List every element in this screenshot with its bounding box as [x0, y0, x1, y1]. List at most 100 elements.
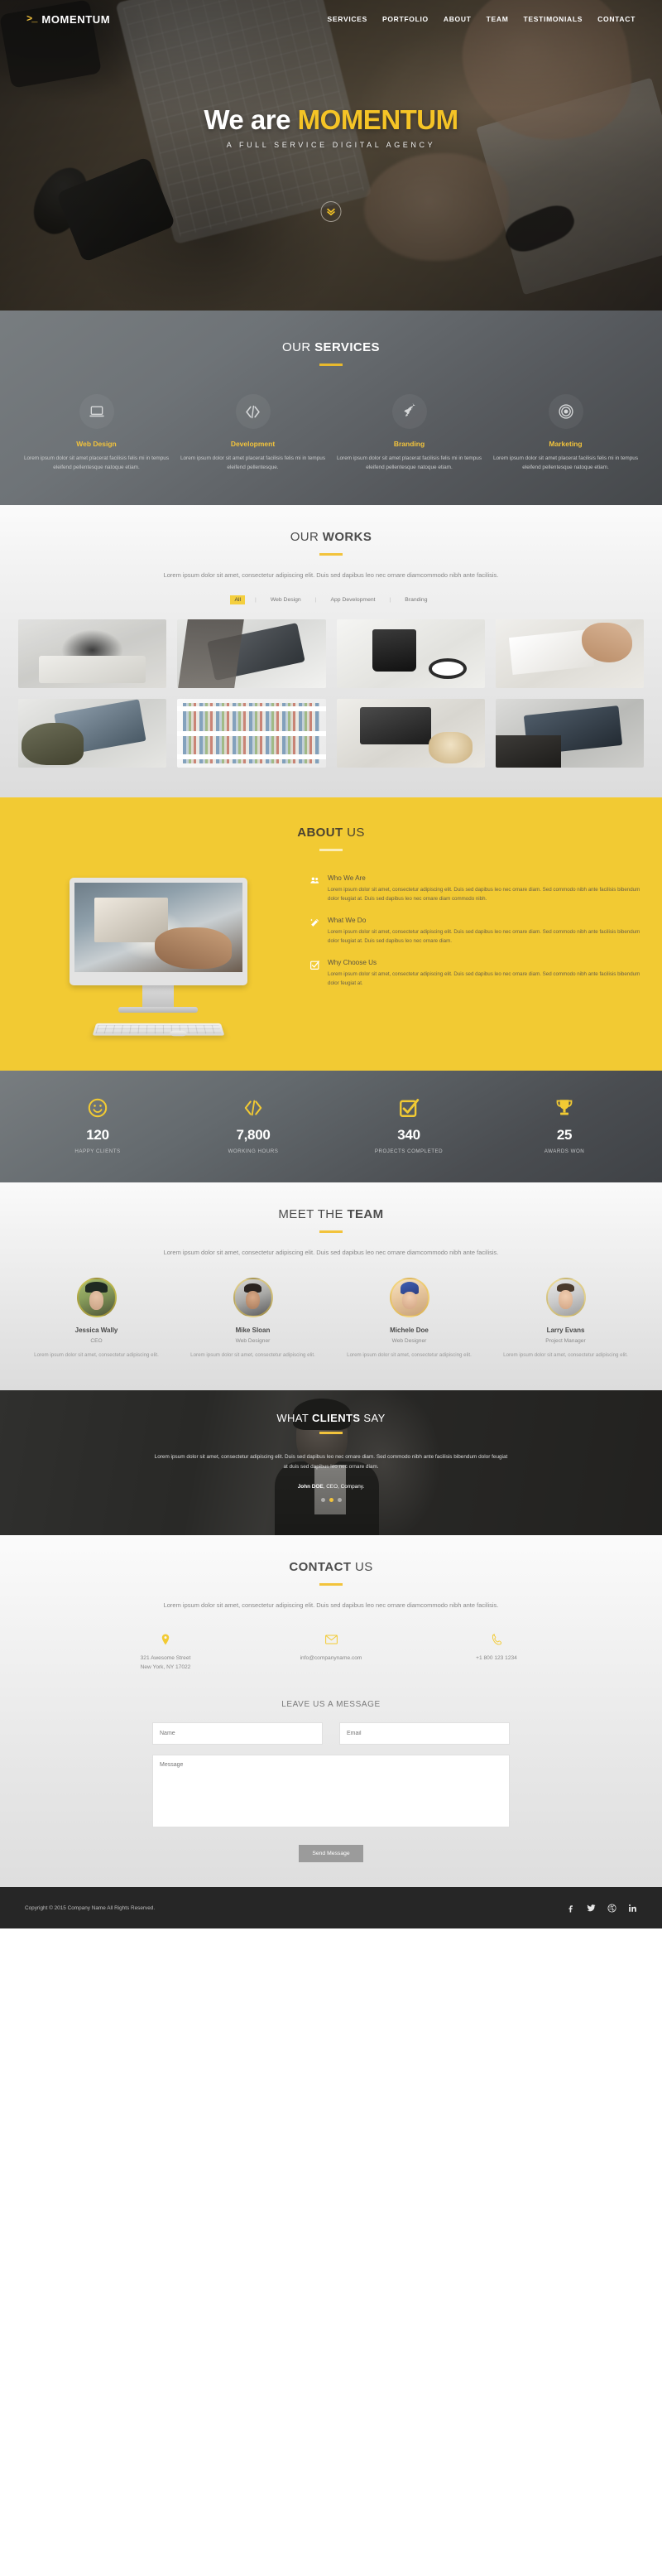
services-section: OUR SERVICES Web Design Lorem ipsum dolo…: [0, 311, 662, 506]
filter-branding[interactable]: Branding: [401, 595, 431, 604]
avatar: [233, 1278, 273, 1318]
portfolio-item[interactable]: [18, 619, 167, 689]
filter-separator: |: [389, 597, 391, 604]
filter-app-development[interactable]: App Development: [326, 595, 379, 604]
service-desc: Lorem ipsum dolor sit amet placerat faci…: [336, 455, 482, 471]
brand-name: MOMENTUM: [41, 12, 111, 26]
contact-phone: +1 800 123 1234: [414, 1632, 579, 1672]
check-square-icon: [400, 1099, 420, 1118]
filter-all[interactable]: All: [230, 595, 246, 605]
checkbox-icon: [310, 961, 320, 970]
portfolio-item[interactable]: [336, 699, 485, 768]
service-desc: Lorem ipsum dolor sit amet placerat faci…: [492, 455, 639, 471]
carousel-dot-1[interactable]: [320, 1497, 325, 1502]
service-icon-wrap: [548, 394, 583, 429]
message-input[interactable]: [152, 1755, 510, 1828]
portfolio-item[interactable]: [495, 699, 644, 768]
code-icon: [244, 1100, 262, 1116]
service-card-branding[interactable]: Branding Lorem ipsum dolor sit amet plac…: [331, 394, 487, 472]
smiley-icon: [88, 1099, 108, 1118]
contact-address: 321 Awesome Street New York, NY 17022: [83, 1632, 248, 1672]
filter-separator: |: [314, 597, 317, 604]
team-member[interactable]: Michele Doe Web Designer Lorem ipsum dol…: [331, 1278, 487, 1360]
works-lead: Lorem ipsum dolor sit amet, consectetur …: [163, 571, 499, 580]
carousel-dot-3[interactable]: [337, 1497, 342, 1502]
member-name: Larry Evans: [546, 1327, 585, 1335]
top-navigation-bar: >_ MOMENTUM SERVICES PORTFOLIO ABOUT TEA…: [0, 0, 662, 38]
testimonials-title-bold: CLIENTS: [312, 1411, 361, 1424]
social-links: [566, 1904, 637, 1913]
service-card-marketing[interactable]: Marketing Lorem ipsum dolor sit amet pla…: [487, 394, 644, 472]
service-icon-wrap: [235, 394, 271, 429]
brand-logo[interactable]: >_ MOMENTUM: [26, 13, 110, 26]
phone-icon: [492, 1634, 501, 1645]
scroll-down-button[interactable]: [320, 201, 342, 222]
email-input[interactable]: [339, 1722, 510, 1745]
testimonials-title-light: WHAT: [276, 1411, 312, 1424]
stat-label: WORKING HOURS: [228, 1148, 279, 1155]
dribbble-link[interactable]: [607, 1904, 616, 1913]
contact-icon-wrap: [83, 1632, 248, 1647]
nav-item-team[interactable]: TEAM: [487, 15, 509, 23]
stat-value: 340: [397, 1127, 420, 1144]
hero-title-accent: MOMENTUM: [297, 104, 458, 135]
works-title-light: OUR: [290, 530, 323, 545]
facebook-link[interactable]: [566, 1904, 575, 1913]
laptop-icon: [89, 406, 104, 417]
stat-label: AWARDS WON: [544, 1148, 585, 1155]
hero-title-plain: We are: [204, 104, 298, 135]
portfolio-item[interactable]: [177, 619, 326, 689]
contact-form: Send Message: [152, 1722, 510, 1863]
team-title-light: MEET THE: [278, 1207, 348, 1222]
service-card-web-design[interactable]: Web Design Lorem ipsum dolor sit amet pl…: [18, 394, 175, 472]
about-item-what-we-do: What We Do Lorem ipsum dolor sit amet, c…: [309, 917, 640, 946]
portfolio-item[interactable]: [495, 619, 644, 689]
service-desc: Lorem ipsum dolor sit amet placerat faci…: [23, 455, 170, 471]
nav-item-portfolio[interactable]: PORTFOLIO: [382, 15, 429, 23]
facebook-icon: [568, 1905, 573, 1913]
contact-email-text[interactable]: info@companyname.com: [248, 1654, 414, 1663]
team-member[interactable]: Larry Evans Project Manager Lorem ipsum …: [487, 1278, 644, 1360]
stat-value: 120: [86, 1127, 109, 1144]
portfolio-item[interactable]: [18, 699, 167, 768]
twitter-link[interactable]: [587, 1904, 596, 1913]
portfolio-item[interactable]: [177, 699, 326, 768]
team-lead: Lorem ipsum dolor sit amet, consectetur …: [163, 1249, 499, 1257]
team-grid: Jessica Wally CEO Lorem ipsum dolor sit …: [0, 1278, 662, 1360]
send-message-button[interactable]: Send Message: [299, 1845, 363, 1863]
magic-wand-icon: [310, 918, 319, 927]
about-title-light: US: [343, 826, 365, 840]
contact-title-light: US: [351, 1559, 373, 1574]
testimonial-author: John DOE, CEO, Company.: [0, 1484, 662, 1490]
service-card-development[interactable]: Development Lorem ipsum dolor sit amet p…: [175, 394, 331, 472]
team-member[interactable]: Jessica Wally CEO Lorem ipsum dolor sit …: [18, 1278, 175, 1360]
about-item-text: Lorem ipsum dolor sit amet, consectetur …: [328, 970, 640, 986]
about-title: ABOUT US: [0, 826, 662, 840]
imac-illustration: [22, 873, 295, 1038]
team-member[interactable]: Mike Sloan Web Designer Lorem ipsum dolo…: [175, 1278, 331, 1360]
member-bio: Lorem ipsum dolor sit amet, consectetur …: [347, 1352, 472, 1359]
nav-item-about[interactable]: ABOUT: [444, 15, 472, 23]
twitter-icon: [587, 1904, 596, 1912]
nav-item-services[interactable]: SERVICES: [328, 15, 367, 23]
carousel-dot-2[interactable]: [329, 1497, 333, 1502]
contact-lead: Lorem ipsum dolor sit amet, consectetur …: [163, 1601, 499, 1609]
trophy-icon: [556, 1100, 573, 1115]
contact-section: CONTACT US Lorem ipsum dolor sit amet, c…: [0, 1534, 662, 1888]
contact-phone-text[interactable]: +1 800 123 1234: [414, 1654, 579, 1663]
nav-item-contact[interactable]: CONTACT: [597, 15, 636, 23]
map-pin-icon: [161, 1634, 170, 1645]
stat-value: 7,800: [236, 1127, 271, 1144]
team-title: MEET THE TEAM: [0, 1207, 662, 1221]
keyboard-illustration: [92, 1023, 224, 1037]
team-section: MEET THE TEAM Lorem ipsum dolor sit amet…: [0, 1182, 662, 1390]
nav-item-testimonials[interactable]: TESTIMONIALS: [523, 15, 583, 23]
linkedin-link[interactable]: [628, 1904, 637, 1913]
name-input[interactable]: [152, 1722, 323, 1745]
copyright-text: Copyright © 2015 Company Name All Rights…: [25, 1904, 156, 1911]
works-title-bold: WORKS: [322, 530, 372, 545]
filter-web-design[interactable]: Web Design: [266, 595, 305, 604]
stat-awards-won: 25 AWARDS WON: [487, 1095, 642, 1154]
about-item-icon: [309, 917, 320, 946]
portfolio-item[interactable]: [336, 619, 485, 689]
